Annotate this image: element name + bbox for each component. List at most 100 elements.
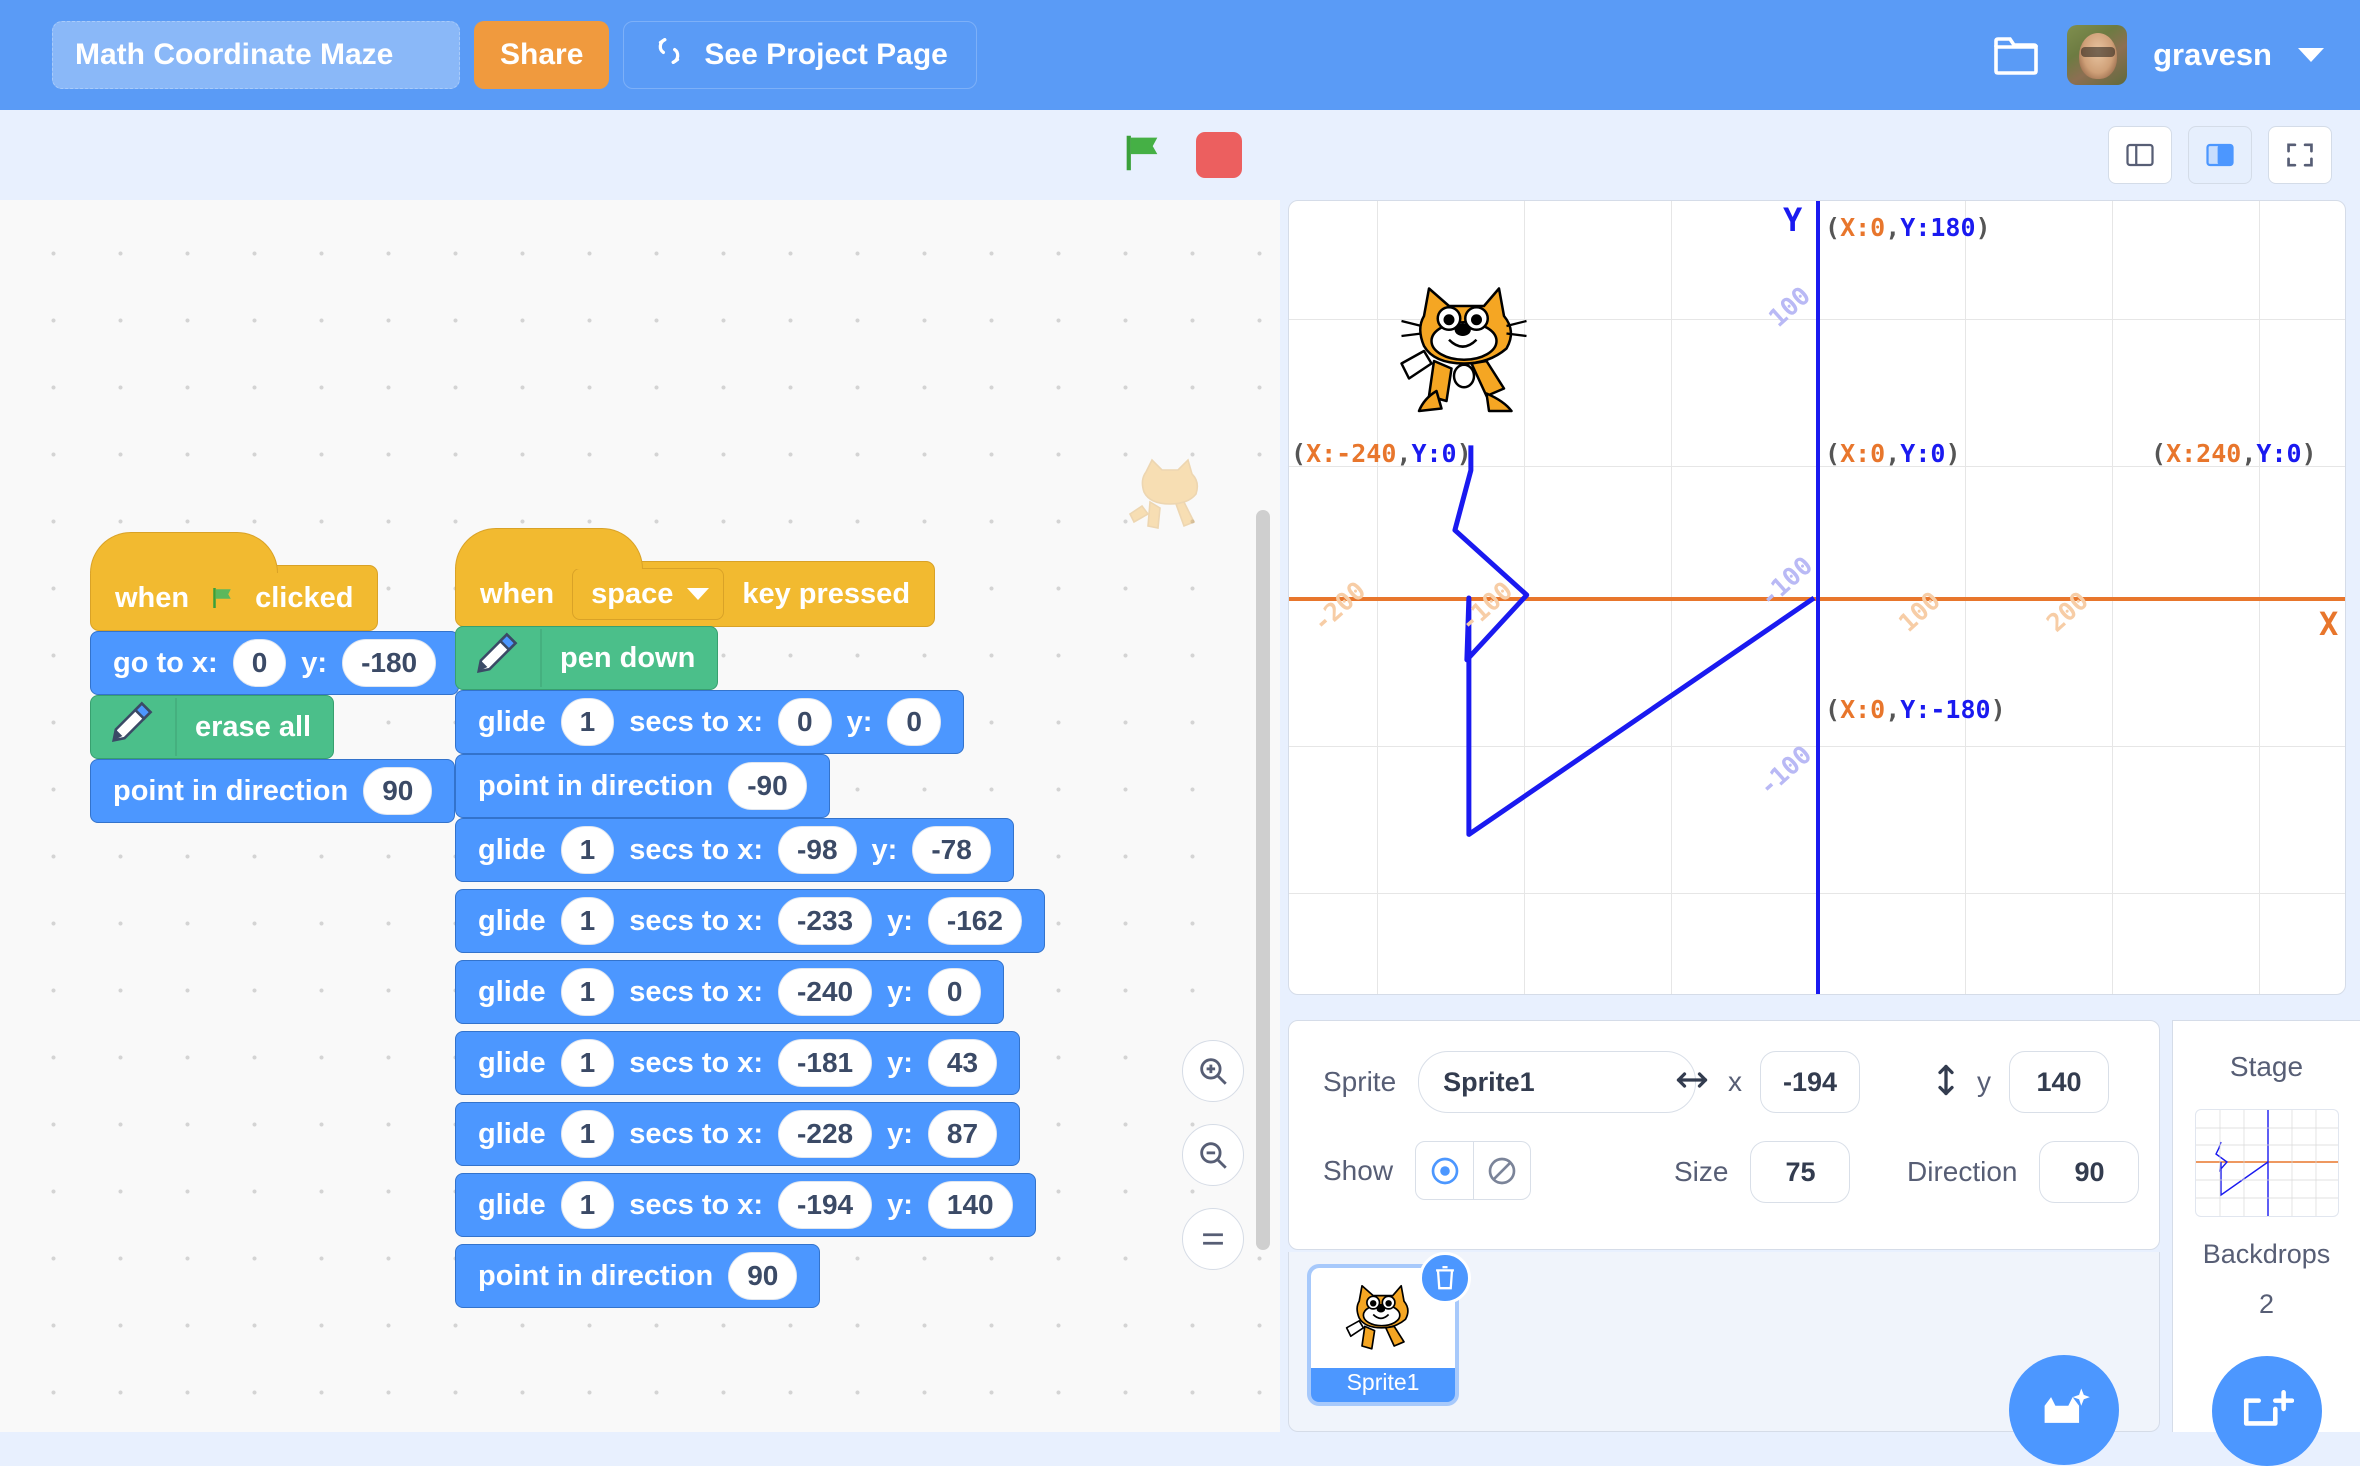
point-in-direction-block-2[interactable]: point in direction -90	[455, 754, 830, 818]
stop-sign-icon[interactable]	[1196, 132, 1242, 178]
workspace-scrollbar[interactable]	[1256, 510, 1270, 1250]
folder-icon[interactable]	[1991, 33, 2041, 77]
coord-x-part: X:-240	[1306, 439, 1397, 468]
key-dropdown[interactable]: space	[572, 568, 725, 620]
clicked-label: clicked	[255, 581, 354, 614]
glide-y-input-5[interactable]: 43	[927, 1039, 998, 1087]
glide-block-1[interactable]: glide 1 secs to x: 0 y: 0	[455, 690, 964, 754]
glide-block-6[interactable]: glide 1 secs to x: -228 y: 87	[455, 1102, 1021, 1166]
fullscreen-button[interactable]	[2268, 126, 2332, 184]
run-controls	[1118, 130, 1242, 181]
coord-x-part: X:0	[1840, 213, 1886, 242]
glide-secs-input-2[interactable]: 1	[560, 826, 615, 874]
glide-label: glide	[478, 705, 546, 738]
share-button[interactable]: Share	[474, 21, 610, 89]
stage-canvas[interactable]: (X:0,Y:180) (X:-240,Y:0) (X:0,Y:0) (X:24…	[1288, 200, 2346, 995]
go-to-x-input[interactable]: 0	[232, 639, 287, 687]
glide-x-input-6[interactable]: -228	[778, 1110, 873, 1158]
point-in-direction-block-3[interactable]: point in direction 90	[455, 1244, 821, 1308]
large-stage-button[interactable]	[2188, 126, 2252, 184]
key-dropdown-value: space	[591, 577, 674, 610]
direction-input-3[interactable]: 90	[728, 1252, 798, 1300]
pen-down-block[interactable]: pen down	[455, 626, 719, 690]
glide-secs-input-7[interactable]: 1	[560, 1181, 615, 1229]
point-in-direction-block-1[interactable]: point in direction 90	[90, 759, 456, 823]
sprite-list-panel: Sprite1	[1288, 1252, 2160, 1465]
go-to-xy-block[interactable]: go to x: 0 y: -180	[90, 631, 460, 695]
y-label: y:	[887, 1046, 913, 1079]
erase-all-label: erase all	[195, 710, 312, 743]
glide-x-input-4[interactable]: -240	[778, 968, 873, 1016]
eye-visible-icon[interactable]	[1416, 1142, 1473, 1199]
green-flag-icon[interactable]	[1118, 130, 1166, 181]
coord-label-right: (X:240,Y:0)	[2151, 439, 2317, 468]
zoom-reset-button[interactable]	[1182, 1208, 1244, 1270]
show-toggle[interactable]	[1415, 1141, 1532, 1200]
secs-to-x-label: secs to x:	[629, 1117, 764, 1150]
glide-x-input-2[interactable]: -98	[778, 826, 857, 874]
y-label: y:	[887, 1188, 913, 1221]
direction-input-2[interactable]: -90	[728, 762, 807, 810]
workspace-watermark-cat	[1118, 450, 1218, 550]
glide-block-3[interactable]: glide 1 secs to x: -233 y: -162	[455, 889, 1045, 953]
y-label: y:	[887, 975, 913, 1008]
coord-x-part: X:240	[2166, 439, 2242, 468]
stage-sprite-cat[interactable]	[1389, 271, 1544, 421]
menu-left-group: Share See Project Page	[0, 21, 977, 89]
secs-to-x-label: secs to x:	[629, 1188, 764, 1221]
glide-block-7[interactable]: glide 1 secs to x: -194 y: 140	[455, 1173, 1036, 1237]
sprite-size-row: Size 75	[1674, 1141, 1851, 1203]
sprite-y-input[interactable]: 140	[2009, 1051, 2109, 1113]
when-key-pressed-block[interactable]: when space key pressed	[455, 528, 936, 627]
stage-selector-panel[interactable]: Stage Backdrops 2	[2172, 1020, 2360, 1466]
glide-x-input-3[interactable]: -233	[778, 897, 873, 945]
backdrops-label: Backdrops	[2202, 1239, 2331, 1269]
glide-y-input-3[interactable]: -162	[927, 897, 1022, 945]
glide-y-input-6[interactable]: 87	[927, 1110, 998, 1158]
zoom-in-button[interactable]	[1182, 1040, 1244, 1102]
secs-to-x-label: secs to x:	[629, 904, 764, 937]
point-in-direction-label: point in direction	[478, 769, 714, 802]
chevron-down-icon[interactable]	[2298, 48, 2324, 62]
when-flag-clicked-block[interactable]: when clicked	[90, 532, 379, 631]
glide-block-4[interactable]: glide 1 secs to x: -240 y: 0	[455, 960, 1005, 1024]
when-label: when	[115, 581, 190, 614]
sprite-tile-sprite1[interactable]: Sprite1	[1307, 1252, 1471, 1406]
sprite-name-input[interactable]: Sprite1	[1418, 1051, 1697, 1113]
add-sprite-button[interactable]	[2009, 1355, 2119, 1465]
sprite-size-input[interactable]: 75	[1750, 1141, 1851, 1203]
glide-x-input-7[interactable]: -194	[778, 1181, 873, 1229]
glide-secs-input-1[interactable]: 1	[560, 698, 615, 746]
glide-y-input-4[interactable]: 0	[927, 968, 982, 1016]
sprite-x-input[interactable]: -194	[1760, 1051, 1860, 1113]
small-stage-button[interactable]	[2108, 126, 2172, 184]
glide-y-input-1[interactable]: 0	[887, 698, 941, 746]
see-project-page-button[interactable]: See Project Page	[623, 21, 977, 89]
coord-label-left: (X:-240,Y:0)	[1291, 439, 1472, 468]
glide-y-input-2[interactable]: -78	[912, 826, 991, 874]
erase-all-block[interactable]: erase all	[90, 695, 335, 759]
go-to-y-input[interactable]: -180	[342, 639, 437, 687]
avatar[interactable]	[2067, 25, 2128, 85]
sprite-direction-input[interactable]: 90	[2039, 1141, 2140, 1203]
glide-y-input-7[interactable]: 140	[927, 1181, 1013, 1229]
glide-block-5[interactable]: glide 1 secs to x: -181 y: 43	[455, 1031, 1021, 1095]
glide-secs-input-4[interactable]: 1	[560, 968, 615, 1016]
sprite-name-row: Sprite Sprite1	[1323, 1051, 1697, 1113]
glide-secs-input-3[interactable]: 1	[560, 897, 615, 945]
username-label[interactable]: gravesn	[2153, 37, 2272, 73]
add-backdrop-button[interactable]	[2212, 1356, 2322, 1466]
glide-x-input-1[interactable]: 0	[778, 698, 832, 746]
delete-sprite-button[interactable]	[1419, 1252, 1471, 1304]
pen-down-label: pen down	[560, 641, 696, 674]
glide-secs-input-6[interactable]: 1	[560, 1110, 615, 1158]
direction-input-1[interactable]: 90	[363, 767, 433, 815]
code-workspace[interactable]: when clicked go to x: 0 y: -180 erase al…	[0, 200, 1280, 1432]
zoom-out-button[interactable]	[1182, 1124, 1244, 1186]
eye-hidden-icon[interactable]	[1473, 1142, 1530, 1199]
glide-x-input-5[interactable]: -181	[778, 1039, 873, 1087]
glide-block-2[interactable]: glide 1 secs to x: -98 y: -78	[455, 818, 1014, 882]
project-title-input[interactable]	[52, 21, 460, 89]
glide-label: glide	[478, 1046, 546, 1079]
glide-secs-input-5[interactable]: 1	[560, 1039, 615, 1087]
